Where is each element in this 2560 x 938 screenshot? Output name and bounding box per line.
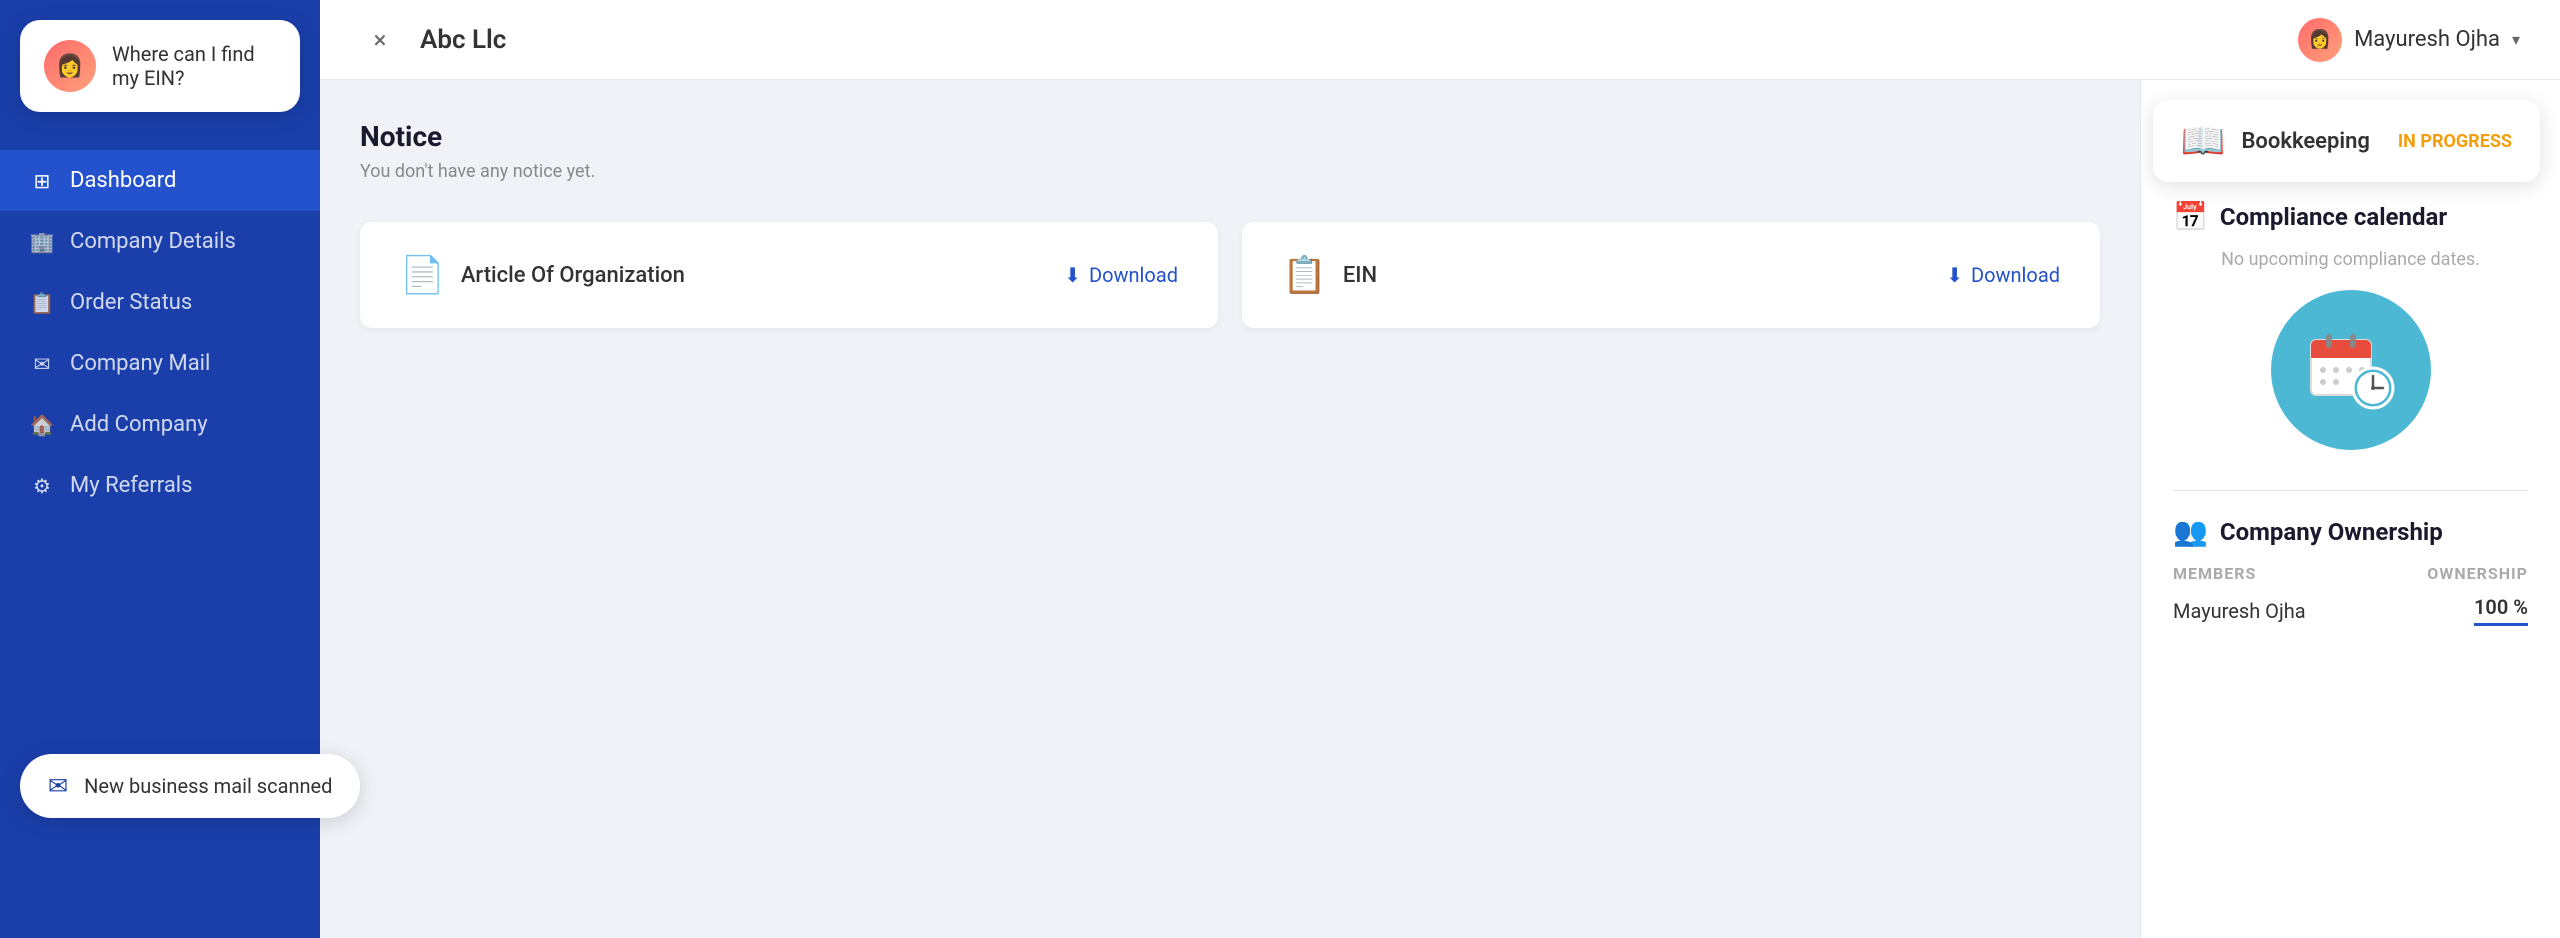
add-company-icon: 🏠: [30, 413, 54, 437]
ownership-header-label: OWNERSHIP: [2427, 564, 2528, 583]
avatar: 👩: [44, 40, 96, 92]
sidebar-item-label: Company Mail: [70, 351, 210, 376]
in-progress-badge: IN PROGRESS: [2398, 131, 2512, 152]
chat-bubble: 👩 Where can I find my EIN?: [20, 20, 300, 112]
chevron-down-icon: ▾: [2512, 30, 2520, 49]
left-panel: Notice You don't have any notice yet. 📄 …: [320, 80, 2140, 938]
mail-notification-text: New business mail scanned: [84, 774, 332, 798]
sidebar-item-label: Dashboard: [70, 168, 176, 193]
user-avatar: 👩: [2298, 18, 2342, 62]
ownership-table: MEMBERS OWNERSHIP Mayuresh Ojha 100 %: [2173, 564, 2528, 626]
no-dates-text: No upcoming compliance dates.: [2173, 249, 2528, 270]
app-container: 👩 Where can I find my EIN? ⊞ Dashboard 🏢…: [0, 0, 2560, 938]
chat-text: Where can I find my EIN?: [112, 42, 276, 90]
order-status-icon: 📋: [30, 291, 54, 315]
ein-file-icon: 📋: [1282, 254, 1327, 296]
download-label: Download: [1089, 263, 1178, 287]
sidebar-item-company-mail[interactable]: ✉ Company Mail: [0, 333, 320, 394]
dashboard-icon: ⊞: [30, 169, 54, 193]
mail-notification[interactable]: ✉ New business mail scanned: [20, 754, 360, 818]
compliance-title: Compliance calendar: [2220, 203, 2447, 231]
ownership-icon: 👥: [2173, 515, 2208, 548]
sidebar-item-dashboard[interactable]: ⊞ Dashboard: [0, 150, 320, 211]
sidebar-item-label: Order Status: [70, 290, 192, 315]
ein-doc-name: EIN: [1343, 263, 1377, 288]
referrals-icon: ⚙: [30, 474, 54, 498]
doc-left: 📋 EIN: [1282, 254, 1377, 296]
download-ein-label: Download: [1971, 263, 2060, 287]
members-header: MEMBERS: [2173, 564, 2256, 583]
right-panel: 📖 Bookkeeping IN PROGRESS 📅 Compliance c…: [2140, 80, 2560, 938]
member-name: Mayuresh Ojha: [2173, 599, 2306, 623]
sidebar-item-label: My Referrals: [70, 473, 193, 498]
bookkeeping-icon: 📖: [2181, 120, 2226, 162]
download-arrow-icon: ⬇: [1064, 263, 1081, 287]
user-name: Mayuresh Ojha: [2354, 27, 2500, 52]
ownership-section-title: 👥 Company Ownership: [2173, 515, 2528, 548]
sidebar-nav: ⊞ Dashboard 🏢 Company Details 📋 Order St…: [0, 140, 320, 526]
notice-section: Notice You don't have any notice yet.: [360, 120, 2100, 182]
compliance-section-title: 📅 Compliance calendar: [2173, 200, 2528, 233]
sidebar-item-add-company[interactable]: 🏠 Add Company: [0, 394, 320, 455]
sidebar-item-label: Company Details: [70, 229, 236, 254]
ownership-header: MEMBERS OWNERSHIP: [2173, 564, 2528, 583]
calendar-svg: [2301, 320, 2401, 420]
calendar-icon: 📅: [2173, 200, 2208, 233]
docs-row: 📄 Article Of Organization ⬇ Download 📋 E…: [360, 222, 2100, 328]
close-icon: ×: [374, 26, 387, 54]
sidebar-item-order-status[interactable]: 📋 Order Status: [0, 272, 320, 333]
download-article-button[interactable]: ⬇ Download: [1064, 263, 1178, 287]
sidebar-item-label: Add Company: [70, 412, 208, 437]
main-content: × Abc Llc 👩 Mayuresh Ojha ▾ Notice You d…: [320, 0, 2560, 938]
doc-file-icon: 📄: [400, 254, 445, 296]
company-details-icon: 🏢: [30, 230, 54, 254]
mail-notification-icon: ✉: [48, 772, 68, 800]
table-row: Mayuresh Ojha 100 %: [2173, 595, 2528, 626]
top-bar: × Abc Llc 👩 Mayuresh Ojha ▾: [320, 0, 2560, 80]
content-body: Notice You don't have any notice yet. 📄 …: [320, 80, 2560, 938]
bookkeeping-banner: 📖 Bookkeeping IN PROGRESS: [2153, 100, 2540, 182]
download-arrow-icon-2: ⬇: [1946, 263, 1963, 287]
sidebar-item-company-details[interactable]: 🏢 Company Details: [0, 211, 320, 272]
ein-card: 📋 EIN ⬇ Download: [1242, 222, 2100, 328]
notice-subtitle: You don't have any notice yet.: [360, 161, 2100, 182]
calendar-illustration: [2271, 290, 2431, 450]
notice-title: Notice: [360, 120, 2100, 153]
empty-state: [360, 368, 2100, 768]
user-info[interactable]: 👩 Mayuresh Ojha ▾: [2298, 18, 2520, 62]
download-ein-button[interactable]: ⬇ Download: [1946, 263, 2060, 287]
article-of-organization-card: 📄 Article Of Organization ⬇ Download: [360, 222, 1218, 328]
sidebar: 👩 Where can I find my EIN? ⊞ Dashboard 🏢…: [0, 0, 320, 938]
close-button[interactable]: ×: [360, 20, 400, 60]
doc-left: 📄 Article Of Organization: [400, 254, 685, 296]
bookkeeping-label: Bookkeeping: [2241, 129, 2369, 154]
ownership-percentage: 100 %: [2474, 595, 2528, 626]
doc-name: Article Of Organization: [461, 263, 685, 288]
mail-icon: ✉: [30, 352, 54, 376]
ownership-section: 👥 Company Ownership MEMBERS OWNERSHIP Ma…: [2173, 490, 2528, 626]
ownership-title: Company Ownership: [2220, 518, 2443, 546]
sidebar-item-my-referrals[interactable]: ⚙ My Referrals: [0, 455, 320, 516]
company-name: Abc Llc: [420, 25, 2278, 55]
